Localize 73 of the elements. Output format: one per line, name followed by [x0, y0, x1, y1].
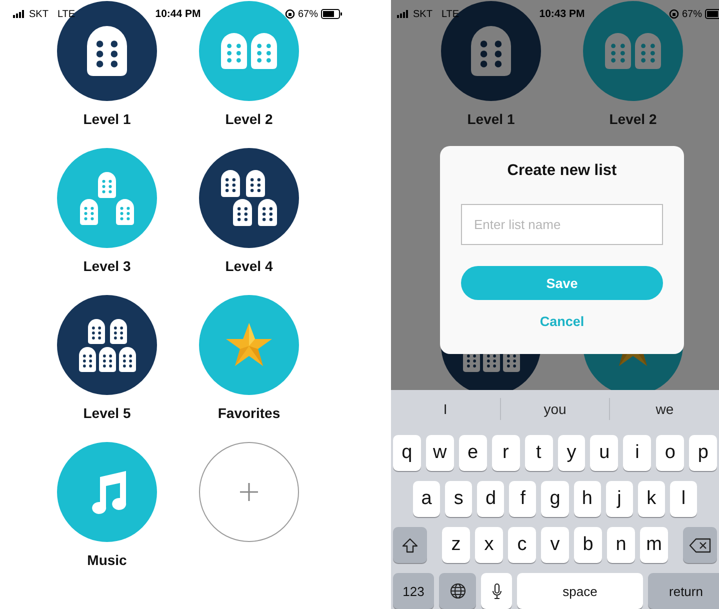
- signal-icon: [13, 10, 26, 18]
- space-key[interactable]: space: [517, 573, 643, 609]
- keyboard-key[interactable]: z: [442, 527, 470, 563]
- keyboard-key[interactable]: w: [426, 435, 454, 471]
- keyboard-key[interactable]: t: [524, 435, 553, 471]
- status-time: 10:43 PM: [539, 8, 585, 20]
- category-label: Level 3: [83, 257, 131, 275]
- word-suggestion[interactable]: I: [391, 401, 500, 417]
- keyboard-key[interactable]: s: [445, 481, 472, 517]
- battery-percent: 67%: [682, 8, 702, 20]
- word-suggestion[interactable]: you: [500, 401, 610, 417]
- category-label: Level 2: [225, 110, 273, 128]
- microphone-icon: [492, 582, 502, 600]
- tablet-icon: [471, 26, 511, 76]
- keyboard-key[interactable]: j: [606, 481, 633, 517]
- keyboard-key[interactable]: b: [574, 527, 602, 563]
- rotation-lock-icon: [284, 9, 295, 19]
- category-label: Level 5: [83, 404, 131, 422]
- keyboard-key[interactable]: x: [475, 527, 503, 563]
- keyboard-key[interactable]: g: [541, 481, 569, 517]
- status-time: 10:44 PM: [155, 8, 201, 20]
- signal-icon: [397, 10, 410, 18]
- category-label: Level 2: [609, 110, 657, 128]
- category-label: Level 4: [225, 257, 273, 275]
- keyboard-key[interactable]: p: [689, 435, 718, 471]
- numbers-key[interactable]: 123: [393, 573, 434, 609]
- category-label: Music: [87, 551, 127, 569]
- globe-key[interactable]: [439, 573, 476, 609]
- return-key[interactable]: return: [648, 573, 719, 609]
- delete-key[interactable]: [683, 527, 717, 563]
- keyboard-key[interactable]: r: [492, 435, 520, 471]
- keyboard-key[interactable]: o: [656, 435, 684, 471]
- keyboard-key[interactable]: f: [509, 481, 536, 517]
- keyboard-key[interactable]: n: [607, 527, 635, 563]
- globe-icon: [450, 583, 466, 599]
- dictation-key[interactable]: [481, 573, 512, 609]
- keyboard-key[interactable]: i: [623, 435, 652, 471]
- keyboard-key[interactable]: q: [393, 435, 421, 471]
- category-label: Level 1: [83, 110, 131, 128]
- dialog-title: Create new list: [507, 161, 617, 181]
- tablet-icon: [605, 33, 661, 69]
- word-suggestion[interactable]: we: [610, 401, 719, 417]
- category-label: Favorites: [218, 404, 280, 422]
- keyboard-key[interactable]: c: [508, 527, 536, 563]
- star-icon: [225, 322, 273, 368]
- keyboard-key[interactable]: e: [458, 435, 487, 471]
- tablet-icon: [78, 318, 136, 372]
- keyboard-key[interactable]: k: [638, 481, 665, 517]
- shift-icon: [402, 538, 418, 552]
- carrier-name: SKT: [413, 8, 432, 20]
- keyboard-key[interactable]: y: [558, 435, 586, 471]
- tablet-icon: [87, 26, 127, 76]
- battery-icon: [321, 9, 343, 19]
- shift-key[interactable]: [393, 527, 427, 563]
- backspace-icon: [689, 538, 711, 552]
- keyboard-key[interactable]: v: [541, 527, 569, 563]
- keyboard-key[interactable]: a: [413, 481, 440, 517]
- rotation-lock-icon: [668, 9, 679, 19]
- plus-icon: [240, 483, 258, 501]
- category-label: Level 1: [467, 110, 515, 128]
- keyboard-key[interactable]: u: [590, 435, 618, 471]
- tablet-icon: [221, 170, 277, 226]
- battery-percent: 67%: [298, 8, 318, 20]
- network-type: LTE: [441, 8, 460, 20]
- keyboard-key[interactable]: h: [574, 481, 601, 517]
- list-name-field[interactable]: Enter list name: [461, 204, 663, 245]
- carrier-name: SKT: [29, 8, 48, 20]
- tablet-icon: [80, 172, 134, 224]
- keyboard-key[interactable]: d: [477, 481, 504, 517]
- keyboard-key[interactable]: l: [670, 481, 697, 517]
- tablet-icon: [221, 33, 277, 69]
- network-type: LTE: [57, 8, 76, 20]
- keyboard-key[interactable]: m: [640, 527, 668, 563]
